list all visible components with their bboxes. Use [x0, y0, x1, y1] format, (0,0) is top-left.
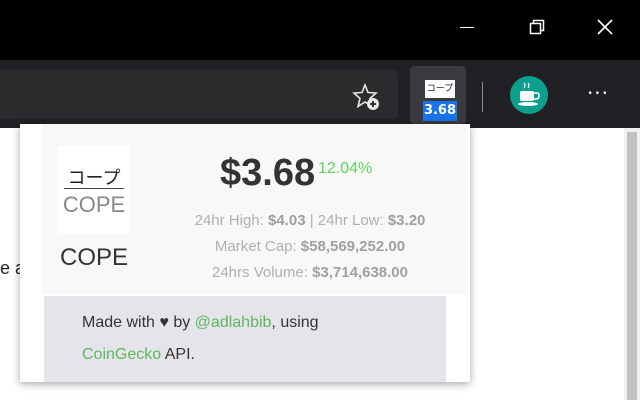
- price-change: 12.04%: [318, 160, 373, 177]
- toolbar-divider: [482, 82, 483, 112]
- add-favorite-button[interactable]: [352, 82, 382, 112]
- extension-logo: コープ: [425, 80, 455, 98]
- profile-button[interactable]: [510, 76, 548, 114]
- coingecko-link[interactable]: CoinGecko: [82, 346, 161, 363]
- coin-logo-divider: [64, 188, 124, 189]
- volume-value: $3,714,638.00: [312, 264, 408, 281]
- settings-more-button[interactable]: ···: [584, 82, 612, 110]
- close-icon: [597, 19, 613, 35]
- high-low-stats: 24hr High: $4.03 | 24hr Low: $3.20: [150, 212, 470, 229]
- high-value: $4.03: [268, 212, 306, 229]
- minimize-button[interactable]: [452, 10, 482, 44]
- footer-credit: Made with ♥ by @adlahbib, using: [82, 314, 319, 332]
- coin-price: $3.68: [220, 152, 316, 194]
- star-add-icon: [352, 82, 379, 110]
- close-button[interactable]: [590, 10, 620, 44]
- volume-label: 24hrs Volume:: [212, 264, 308, 281]
- made-with-text: Made with ♥ by: [82, 314, 191, 331]
- extension-price-badge: 3.68: [423, 101, 457, 121]
- market-cap-stat: Market Cap: $58,569,252.00: [150, 238, 470, 255]
- market-cap-value: $58,569,252.00: [300, 238, 406, 255]
- high-label: 24hr High:: [194, 212, 264, 229]
- coffee-cup-icon: [518, 82, 540, 106]
- popup-footer: [44, 296, 446, 382]
- volume-stat: 24hrs Volume: $3,714,638.00: [150, 264, 470, 281]
- market-cap-label: Market Cap:: [214, 238, 297, 255]
- coin-symbol: COPE: [59, 244, 128, 271]
- footer-api: CoinGecko API.: [82, 346, 195, 364]
- coin-logo-en: COPE: [62, 192, 126, 217]
- stat-separator: |: [309, 212, 314, 229]
- coin-logo: コープ COPE: [58, 146, 130, 234]
- low-value: $3.20: [387, 212, 426, 229]
- restore-button[interactable]: [522, 10, 552, 44]
- low-label: 24hr Low:: [317, 212, 384, 229]
- address-bar[interactable]: [0, 69, 398, 119]
- minimize-icon: [460, 26, 474, 28]
- author-link[interactable]: @adlahbib: [195, 314, 272, 331]
- scrollbar-thumb[interactable]: [627, 132, 637, 400]
- restore-icon: [529, 19, 545, 35]
- coin-logo-jp: コープ: [67, 168, 121, 189]
- api-suffix-text: API.: [161, 346, 195, 363]
- using-text: , using: [271, 314, 319, 331]
